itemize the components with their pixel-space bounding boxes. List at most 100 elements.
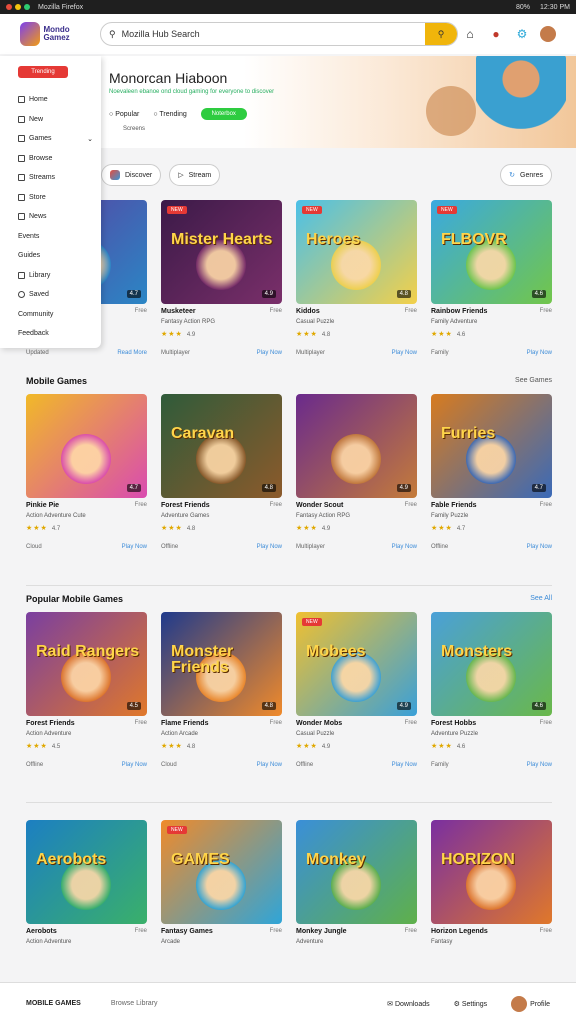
sidebar-item[interactable]: Guides: [18, 246, 101, 266]
filter-chip-discover[interactable]: Discover: [101, 164, 162, 186]
sidebar-trending-badge[interactable]: Trending: [18, 66, 68, 78]
play-now-link[interactable]: Play Now: [392, 544, 417, 550]
sidebar-item[interactable]: Feedback: [18, 324, 101, 344]
play-now-link[interactable]: Play Now: [257, 350, 282, 356]
game-card[interactable]: 4.7 Pinkie Pie Free Action Adventure Cute ★★…: [26, 394, 147, 569]
hero-option-popular[interactable]: ○ Popular: [109, 111, 139, 118]
play-now-link[interactable]: Read More: [117, 350, 147, 356]
minimize-icon[interactable]: [15, 4, 21, 10]
game-card[interactable]: Furries 4.7 Fable Friends Free Family Puzzle…: [431, 394, 552, 569]
game-name[interactable]: Rainbow Friends: [431, 308, 487, 315]
window-controls[interactable]: [6, 4, 30, 10]
sidebar-item[interactable]: Store: [18, 188, 101, 208]
maximize-icon[interactable]: [24, 4, 30, 10]
sidebar-item[interactable]: Streams: [18, 168, 101, 188]
avatar[interactable]: [540, 26, 556, 42]
sidebar-item[interactable]: Library: [18, 266, 101, 286]
game-name[interactable]: Wonder Mobs: [296, 720, 342, 727]
chevron-down-icon[interactable]: ⌄: [87, 135, 93, 143]
game-thumbnail[interactable]: Furries 4.7: [431, 394, 552, 498]
game-thumbnail[interactable]: Mobees NEW 4.9: [296, 612, 417, 716]
search-button[interactable]: ⚲: [425, 23, 457, 45]
game-card[interactable]: GAMES NEW Fantasy Games Free Arcade: [161, 820, 282, 995]
game-card[interactable]: Monsters 4.6 Forest Hobbs Free Adventure Puz…: [431, 612, 552, 787]
site-logo[interactable]: Mondo Gamez: [20, 21, 90, 47]
bottom-brand[interactable]: MOBILE GAMES: [26, 1000, 81, 1007]
filter-chip-stream[interactable]: ▷ Stream: [169, 164, 221, 186]
bottom-downloads[interactable]: ✉ Downloads: [387, 1000, 429, 1008]
game-name[interactable]: Fantasy Games: [161, 928, 213, 935]
game-card[interactable]: Raid Rangers 4.5 Forest Friends Free Action …: [26, 612, 147, 787]
game-thumbnail[interactable]: Monster Friends 4.8: [161, 612, 282, 716]
play-icon: ▷: [178, 172, 184, 179]
sidebar-item[interactable]: Saved: [18, 285, 101, 305]
sidebar-item[interactable]: Games ⌄: [18, 129, 101, 149]
game-thumbnail[interactable]: Heroes NEW 4.8: [296, 200, 417, 304]
game-card[interactable]: Heroes NEW 4.8 Kiddos Free Casual Puzzle ★★★ 4.…: [296, 200, 417, 375]
hero-toggle[interactable]: Noterbox: [200, 108, 247, 120]
settings-icon[interactable]: ⚙: [514, 26, 530, 42]
game-thumbnail[interactable]: Aerobots: [26, 820, 147, 924]
game-thumbnail[interactable]: 4.9: [296, 394, 417, 498]
game-thumbnail[interactable]: GAMES NEW: [161, 820, 282, 924]
sidebar-item[interactable]: Home: [18, 90, 101, 110]
filter-chip-genres[interactable]: ↻ Genres: [500, 164, 552, 186]
game-thumbnail[interactable]: Monkey: [296, 820, 417, 924]
game-thumbnail[interactable]: Monsters 4.6: [431, 612, 552, 716]
game-card[interactable]: Monster Friends 4.8 Flame Friends Free Actio…: [161, 612, 282, 787]
play-now-link[interactable]: Play Now: [257, 762, 282, 768]
notification-icon[interactable]: ●: [488, 26, 504, 42]
game-card[interactable]: Caravan 4.8 Forest Friends Free Adventure Ga…: [161, 394, 282, 569]
close-icon[interactable]: [6, 4, 12, 10]
search-bar[interactable]: ⚲ Mozilla Hub Search ⚲: [100, 22, 458, 46]
see-all-link[interactable]: See All: [530, 595, 552, 602]
game-name[interactable]: Aerobots: [26, 928, 57, 935]
game-thumbnail[interactable]: Caravan 4.8: [161, 394, 282, 498]
game-thumbnail[interactable]: 4.7: [26, 394, 147, 498]
game-card[interactable]: FLBOVR NEW 4.6 Rainbow Friends Free Family Ad…: [431, 200, 552, 375]
game-name[interactable]: Forest Friends: [161, 502, 210, 509]
play-now-link[interactable]: Play Now: [527, 762, 552, 768]
play-now-link[interactable]: Play Now: [122, 544, 147, 550]
play-now-link[interactable]: Play Now: [257, 544, 282, 550]
game-card[interactable]: Aerobots Aerobots Free Action Adventure: [26, 820, 147, 995]
game-thumbnail[interactable]: HORIZON: [431, 820, 552, 924]
sidebar-item[interactable]: News: [18, 207, 101, 227]
game-name[interactable]: Forest Friends: [26, 720, 75, 727]
sidebar-item[interactable]: Browse: [18, 149, 101, 169]
game-name[interactable]: Horizon Legends: [431, 928, 488, 935]
game-card[interactable]: 4.9 Wonder Scout Free Fantasy Action RPG ★★★…: [296, 394, 417, 569]
game-card[interactable]: Mister Hearts NEW 4.9 Musketeer Free Fantasy …: [161, 200, 282, 375]
play-now-link[interactable]: Play Now: [392, 762, 417, 768]
sidebar-item[interactable]: Events: [18, 227, 101, 247]
game-name[interactable]: Forest Hobbs: [431, 720, 476, 727]
game-mode: Family: [431, 350, 449, 356]
game-thumbnail[interactable]: FLBOVR NEW 4.6: [431, 200, 552, 304]
see-all-link[interactable]: See Games: [515, 377, 552, 384]
game-name[interactable]: Wonder Scout: [296, 502, 343, 509]
sidebar-item[interactable]: New: [18, 110, 101, 130]
game-name[interactable]: Musketeer: [161, 308, 196, 315]
bottom-browse[interactable]: Browse Library: [111, 1000, 158, 1007]
game-name[interactable]: Kiddos: [296, 308, 320, 315]
game-card[interactable]: HORIZON Horizon Legends Free Fantasy: [431, 820, 552, 995]
bottom-profile[interactable]: Profile: [511, 995, 550, 1012]
hero-option-trending[interactable]: ○ Trending: [153, 111, 186, 118]
game-name[interactable]: Fable Friends: [431, 502, 477, 509]
game-card[interactable]: Mobees NEW 4.9 Wonder Mobs Free Casual Puzzle…: [296, 612, 417, 787]
home-icon[interactable]: ⌂: [462, 26, 478, 42]
play-now-link[interactable]: Play Now: [122, 762, 147, 768]
game-thumbnail[interactable]: Raid Rangers 4.5: [26, 612, 147, 716]
play-now-link[interactable]: Play Now: [527, 544, 552, 550]
play-now-link[interactable]: Play Now: [392, 350, 417, 356]
game-thumbnail[interactable]: Mister Hearts NEW 4.9: [161, 200, 282, 304]
search-input[interactable]: Mozilla Hub Search: [122, 29, 200, 39]
play-now-link[interactable]: Play Now: [527, 350, 552, 356]
game-genre: Casual Puzzle: [296, 731, 335, 737]
game-card[interactable]: Monkey Monkey Jungle Free Adventure: [296, 820, 417, 995]
sidebar-item[interactable]: Community: [18, 305, 101, 325]
game-name[interactable]: Monkey Jungle: [296, 928, 347, 935]
game-name[interactable]: Flame Friends: [161, 720, 208, 727]
bottom-settings[interactable]: ⚙ Settings: [454, 1000, 488, 1008]
game-name[interactable]: Pinkie Pie: [26, 502, 59, 509]
